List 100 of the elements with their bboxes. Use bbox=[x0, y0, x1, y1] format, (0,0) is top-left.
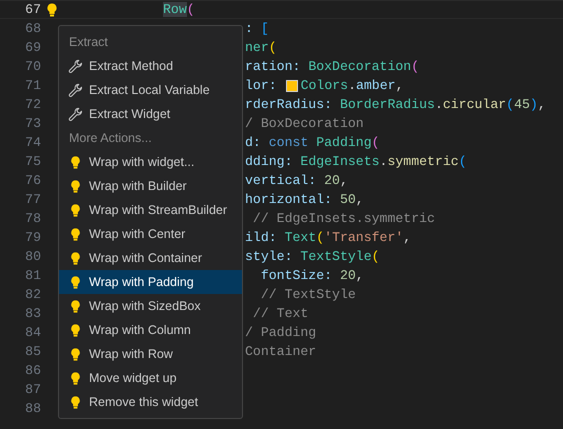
code-token: 45 bbox=[514, 97, 530, 112]
code-token: , bbox=[396, 78, 404, 93]
line-number: 69 bbox=[24, 40, 41, 55]
lightbulb-icon bbox=[68, 322, 83, 338]
lightbulb-icon bbox=[68, 178, 83, 194]
code-token: ( bbox=[372, 249, 380, 264]
line-number: 67 bbox=[24, 2, 41, 17]
code-token: ( bbox=[506, 97, 514, 112]
code-token: ner bbox=[245, 40, 269, 55]
code-token: ( bbox=[316, 230, 324, 245]
lightbulb-icon bbox=[68, 202, 83, 218]
menu-item[interactable]: Wrap with SizedBox bbox=[59, 294, 242, 318]
code-token: : bbox=[245, 21, 254, 36]
code-token: Container bbox=[245, 344, 316, 359]
code-token: ( bbox=[186, 2, 195, 17]
menu-item[interactable]: Remove this widget bbox=[59, 390, 242, 414]
menu-item[interactable]: Wrap with Row bbox=[59, 342, 242, 366]
wrench-icon bbox=[68, 82, 83, 98]
lightbulb-icon bbox=[68, 226, 83, 242]
menu-item[interactable]: Move widget up bbox=[59, 366, 242, 390]
code-token: Text bbox=[284, 230, 316, 245]
code-token: style: bbox=[245, 249, 294, 264]
code-token: vertical: bbox=[245, 173, 318, 188]
line-number: 84 bbox=[24, 325, 41, 340]
lightbulb-icon bbox=[68, 154, 83, 170]
wrench-icon bbox=[68, 58, 83, 74]
code-token: ) bbox=[530, 97, 538, 112]
menu-item[interactable]: Wrap with Builder bbox=[59, 174, 242, 198]
lightbulb-icon bbox=[68, 250, 83, 266]
code-token: . bbox=[380, 154, 388, 169]
code-token: // TextStyle bbox=[260, 287, 356, 302]
menu-item[interactable]: Wrap with StreamBuilder bbox=[59, 198, 242, 222]
code-token: . bbox=[434, 97, 443, 112]
line-number: 76 bbox=[24, 173, 41, 188]
line-number: 71 bbox=[24, 78, 41, 93]
code-token: const bbox=[268, 135, 310, 150]
code-token: [ bbox=[260, 21, 269, 36]
code-token: ( bbox=[268, 40, 277, 55]
code-token: / BoxDecoration bbox=[245, 116, 364, 131]
code-token: , bbox=[356, 268, 364, 283]
code-token: / Padding bbox=[245, 325, 316, 340]
line-number: 79 bbox=[24, 230, 41, 245]
line-number: 83 bbox=[24, 306, 41, 321]
code-token: // Text bbox=[252, 306, 308, 321]
code-token: , bbox=[403, 230, 412, 245]
code-token: dding: bbox=[245, 154, 294, 169]
menu-item[interactable]: Extract Widget bbox=[59, 102, 242, 126]
lightbulb-icon bbox=[68, 298, 83, 314]
menu-item[interactable]: Extract Method bbox=[59, 54, 242, 78]
code-token: TextStyle bbox=[300, 249, 372, 264]
menu-section-header: More Actions... bbox=[68, 130, 153, 147]
menu-item[interactable]: Wrap with Padding bbox=[59, 270, 242, 294]
line-number: 82 bbox=[24, 287, 41, 302]
line-number: 77 bbox=[24, 192, 41, 207]
color-swatch[interactable] bbox=[286, 80, 298, 92]
code-token: ( bbox=[411, 59, 420, 74]
code-token: . bbox=[348, 78, 356, 93]
code-token: Colors bbox=[300, 78, 348, 93]
code-token: , bbox=[538, 97, 546, 112]
wrench-icon bbox=[68, 106, 83, 122]
code-token: ration: bbox=[245, 59, 302, 74]
line-number: 78 bbox=[24, 211, 41, 226]
line-number: 74 bbox=[24, 135, 41, 150]
line-number: 88 bbox=[24, 401, 41, 416]
code-token: amber bbox=[356, 78, 396, 93]
lightbulb-icon[interactable] bbox=[47, 2, 57, 16]
code-token: ( bbox=[372, 135, 380, 150]
menu-section-header: Extract bbox=[68, 34, 109, 51]
menu-item[interactable]: Wrap with Container bbox=[59, 246, 242, 270]
code-token: Padding bbox=[316, 135, 372, 150]
line-number: 73 bbox=[24, 116, 41, 131]
code-token: circular bbox=[442, 97, 506, 112]
menu-item[interactable]: Wrap with widget... bbox=[59, 150, 242, 174]
lightbulb-icon bbox=[68, 370, 83, 386]
line-number: 70 bbox=[24, 59, 41, 74]
code-token: fontSize: bbox=[260, 268, 334, 283]
line-number: 81 bbox=[24, 268, 41, 283]
lightbulb-icon bbox=[68, 346, 83, 362]
code-token: 'Transfer' bbox=[324, 230, 404, 245]
line-number: 87 bbox=[24, 382, 41, 397]
code-token: 20 bbox=[340, 268, 356, 283]
line-number: 86 bbox=[24, 363, 41, 378]
lightbulb-icon bbox=[68, 274, 83, 290]
code-token: d: bbox=[245, 135, 262, 150]
line-number: 75 bbox=[24, 154, 41, 169]
lightbulb-icon bbox=[68, 394, 83, 410]
code-token: , bbox=[356, 192, 364, 207]
code-token: Row bbox=[163, 2, 187, 17]
code-token: // EdgeInsets.symmetric bbox=[252, 211, 435, 226]
code-token: ild: bbox=[245, 230, 278, 245]
code-token: horizontal: bbox=[245, 192, 334, 207]
menu-item[interactable]: Extract Local Variable bbox=[59, 78, 242, 102]
code-token: 20 bbox=[324, 173, 340, 188]
code-token: ( bbox=[458, 154, 467, 169]
menu-item[interactable]: Wrap with Center bbox=[59, 222, 242, 246]
code-token: BorderRadius bbox=[340, 97, 435, 112]
code-token: rderRadius: bbox=[245, 97, 334, 112]
code-token: 50 bbox=[340, 192, 356, 207]
menu-item[interactable]: Wrap with Column bbox=[59, 318, 242, 342]
code-token: lor: bbox=[245, 78, 278, 93]
